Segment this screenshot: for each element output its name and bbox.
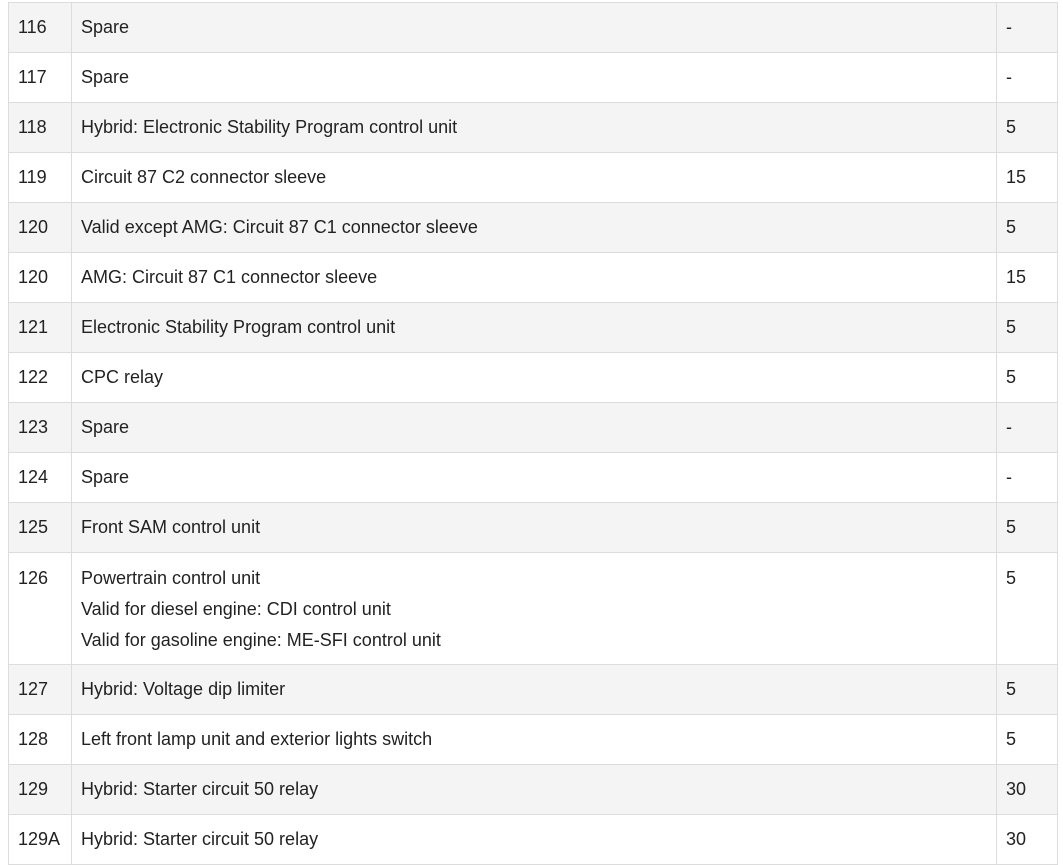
table-row: 127 Hybrid: Voltage dip limiter 5: [8, 664, 1058, 715]
fuse-number-cell: 127: [8, 664, 72, 715]
table-row: 124 Spare -: [8, 452, 1058, 503]
fuse-function-line: CPC relay: [81, 367, 164, 387]
table-row: 116 Spare -: [8, 2, 1058, 53]
fuse-rating-cell: 5: [996, 664, 1058, 715]
table-row: 120 Valid except AMG: Circuit 87 C1 conne…: [8, 202, 1058, 253]
fuse-rating-cell: -: [996, 452, 1058, 503]
fuse-function-cell: Hybrid: Electronic Stability Program con…: [71, 102, 997, 153]
table-row: 129 Hybrid: Starter circuit 50 relay 30: [8, 764, 1058, 815]
table-row: 119 Circuit 87 C2 connector sleeve 15: [8, 152, 1058, 203]
fuse-function-line: AMG: Circuit 87 C1 connector sleeve: [81, 267, 378, 287]
fuse-number-cell: 129: [8, 764, 72, 815]
table-row: 117 Spare -: [8, 52, 1058, 103]
table-row: 128 Left front lamp unit and exterior lig…: [8, 714, 1058, 765]
fuse-table-page: 116 Spare - 117 Spare - 118 Hybrid: Electronic …: [0, 0, 1063, 865]
fuse-function-cell: Spare: [71, 452, 997, 503]
fuse-rating-cell: -: [996, 52, 1058, 103]
fuse-function-line: Electronic Stability Program control uni…: [81, 317, 396, 337]
fuse-function-cell: CPC relay: [71, 352, 997, 403]
fuse-function-cell: Hybrid: Voltage dip limiter: [71, 664, 997, 715]
fuse-function-line: Circuit 87 C2 connector sleeve: [81, 167, 327, 187]
fuse-function-line: Spare: [81, 67, 130, 87]
fuse-function-line: Hybrid: Starter circuit 50 relay: [81, 829, 319, 849]
fuse-rating-cell: 15: [996, 152, 1058, 203]
fuse-function-line: Spare: [81, 467, 130, 487]
fuse-rating-cell: 5: [996, 102, 1058, 153]
table-row: 118 Hybrid: Electronic Stability Program …: [8, 102, 1058, 153]
fuse-rating-cell: 5: [996, 202, 1058, 253]
table-row: 122 CPC relay 5: [8, 352, 1058, 403]
fuse-table-body: 116 Spare - 117 Spare - 118 Hybrid: Electronic …: [8, 2, 1058, 865]
fuse-function-line: Valid except AMG: Circuit 87 C1 connecto…: [81, 217, 478, 237]
fuse-function-line: Front SAM control unit: [81, 517, 261, 537]
fuse-number-cell: 116: [8, 2, 72, 53]
fuse-function-cell: Valid except AMG: Circuit 87 C1 connecto…: [71, 202, 997, 253]
fuse-rating-cell: 5: [996, 502, 1058, 553]
fuse-function-line: Valid for diesel engine: CDI control uni…: [81, 599, 391, 619]
fuse-rating-cell: 5: [996, 714, 1058, 765]
fuse-rating-cell: 15: [996, 252, 1058, 303]
fuse-number-cell: 121: [8, 302, 72, 353]
fuse-function-cell: Left front lamp unit and exterior lights…: [71, 714, 997, 765]
fuse-rating-cell: 5: [996, 352, 1058, 403]
fuse-number-cell: 124: [8, 452, 72, 503]
table-row: 126 Powertrain control unit Valid for dies…: [8, 552, 1058, 665]
fuse-function-line: Spare: [81, 417, 130, 437]
fuse-rating-cell: 5: [996, 302, 1058, 353]
fuse-number-cell: 123: [8, 402, 72, 453]
fuse-function-cell: Front SAM control unit: [71, 502, 997, 553]
fuse-function-cell: Hybrid: Starter circuit 50 relay: [71, 814, 997, 865]
fuse-rating-cell: 5: [996, 552, 1058, 665]
fuse-number-cell: 118: [8, 102, 72, 153]
fuse-function-cell: Circuit 87 C2 connector sleeve: [71, 152, 997, 203]
fuse-rating-cell: 30: [996, 764, 1058, 815]
fuse-function-line: Hybrid: Starter circuit 50 relay: [81, 779, 319, 799]
fuse-function-cell: Electronic Stability Program control uni…: [71, 302, 997, 353]
fuse-rating-cell: 30: [996, 814, 1058, 865]
fuse-number-cell: 122: [8, 352, 72, 403]
fuse-number-cell: 129A: [8, 814, 72, 865]
fuse-function-cell: AMG: Circuit 87 C1 connector sleeve: [71, 252, 997, 303]
fuse-function-cell: Spare: [71, 2, 997, 53]
fuse-rating-cell: -: [996, 2, 1058, 53]
fuse-rating-cell: -: [996, 402, 1058, 453]
fuse-number-cell: 128: [8, 714, 72, 765]
fuse-number-cell: 126: [8, 552, 72, 665]
table-row: 120 AMG: Circuit 87 C1 connector sleeve 15: [8, 252, 1058, 303]
fuse-function-line: Hybrid: Voltage dip limiter: [81, 679, 286, 699]
fuse-function-line: Powertrain control unit: [81, 568, 261, 588]
fuse-function-cell: Powertrain control unit Valid for diesel …: [71, 552, 997, 665]
fuse-function-cell: Hybrid: Starter circuit 50 relay: [71, 764, 997, 815]
fuse-number-cell: 120: [8, 252, 72, 303]
fuse-function-line: Hybrid: Electronic Stability Program con…: [81, 117, 458, 137]
table-row: 121 Electronic Stability Program control …: [8, 302, 1058, 353]
fuse-number-cell: 125: [8, 502, 72, 553]
fuse-function-line: Left front lamp unit and exterior lights…: [81, 729, 433, 749]
fuse-function-cell: Spare: [71, 402, 997, 453]
table-row: 123 Spare -: [8, 402, 1058, 453]
fuse-function-line: Spare: [81, 17, 130, 37]
table-row: 129A Hybrid: Starter circuit 50 relay 30: [8, 814, 1058, 865]
fuse-function-cell: Spare: [71, 52, 997, 103]
table-row: 125 Front SAM control unit 5: [8, 502, 1058, 553]
fuse-number-cell: 119: [8, 152, 72, 203]
fuse-number-cell: 120: [8, 202, 72, 253]
fuse-number-cell: 117: [8, 52, 72, 103]
fuse-function-line: Valid for gasoline engine: ME-SFI contro…: [81, 630, 441, 650]
fuse-table: 116 Spare - 117 Spare - 118 Hybrid: Electronic …: [8, 2, 1058, 865]
